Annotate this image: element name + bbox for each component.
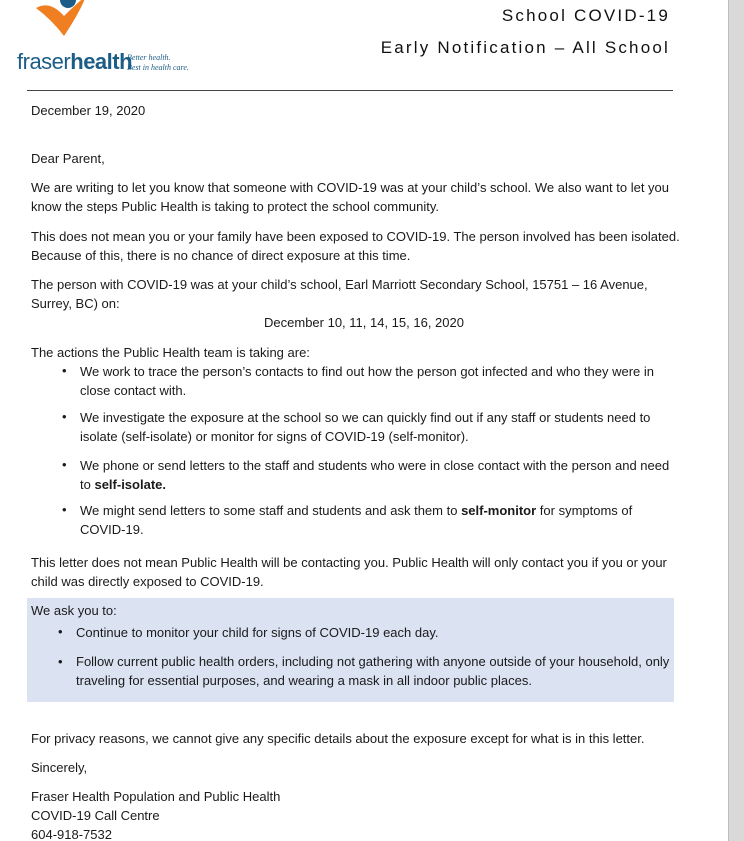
fraser-health-logo-icon: [36, 0, 85, 36]
ask-item: Follow current public health orders, inc…: [76, 654, 670, 688]
bullet-icon: •: [62, 363, 67, 378]
action-item: We might send letters to some staff and …: [80, 503, 633, 537]
signature-phone: 604-918-7532: [31, 827, 112, 841]
actions-intro: The actions the Public Health team is ta…: [31, 345, 310, 360]
logo-wordmark: fraserhealth: [17, 49, 133, 74]
letter-date: December 19, 2020: [31, 103, 146, 118]
ask-intro: We ask you to:: [31, 603, 117, 618]
document-page: fraserhealth Better health. Best in heal…: [0, 0, 729, 841]
paragraph-exposure: This does not mean you or your family ha…: [31, 229, 680, 263]
paragraph-location: The person with COVID-19 was at your chi…: [31, 277, 648, 311]
bullet-icon: •: [62, 502, 67, 517]
paragraph-intro: We are writing to let you know that some…: [31, 180, 670, 214]
signature-centre: COVID-19 Call Centre: [31, 808, 160, 823]
ask-item: Continue to monitor your child for signs…: [76, 625, 439, 640]
action-item: We phone or send letters to the staff an…: [80, 458, 670, 492]
header-divider: [27, 90, 673, 91]
document-title: School COVID-19: [501, 6, 670, 25]
bullet-icon: •: [62, 409, 67, 424]
document-subtitle: Early Notification – All School: [380, 38, 670, 57]
greeting: Dear Parent,: [31, 151, 105, 166]
action-item: We work to trace the person’s contacts t…: [80, 364, 655, 398]
signature-org: Fraser Health Population and Public Heal…: [31, 789, 281, 804]
bullet-icon: •: [58, 624, 63, 639]
paragraph-contact: This letter does not mean Public Health …: [31, 555, 667, 589]
exposure-dates: December 10, 11, 14, 15, 16, 2020: [264, 315, 464, 330]
logo-tagline: Better health. Best in health care.: [127, 53, 189, 72]
closing: Sincerely,: [31, 760, 88, 775]
bullet-icon: •: [58, 654, 63, 669]
privacy-note: For privacy reasons, we cannot give any …: [31, 731, 645, 746]
action-item: We investigate the exposure at the schoo…: [80, 410, 651, 444]
bullet-icon: •: [62, 457, 67, 472]
